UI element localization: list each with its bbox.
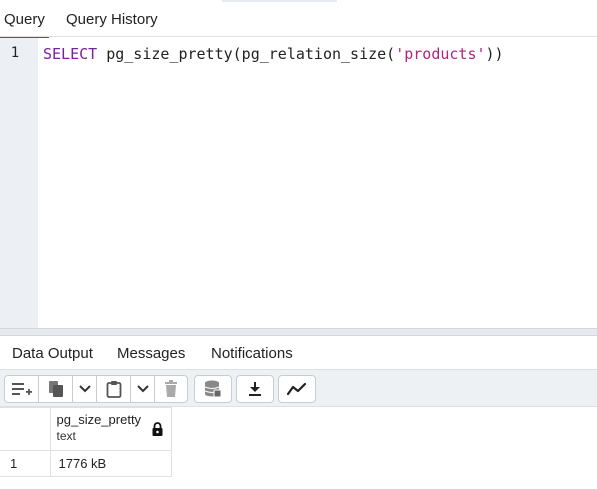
paste-options-dropdown[interactable]	[131, 376, 155, 402]
copy-options-dropdown[interactable]	[73, 376, 97, 402]
download-button-group	[236, 375, 274, 403]
sql-code-line[interactable]: SELECT pg_size_pretty(pg_relation_size('…	[43, 45, 504, 63]
sql-keyword: SELECT	[43, 45, 98, 63]
add-row-icon	[11, 383, 32, 395]
paste-button[interactable]	[97, 376, 131, 402]
select-all-corner[interactable]	[0, 407, 51, 451]
line-gutter: 1	[0, 38, 38, 328]
lock-icon	[152, 422, 162, 436]
download-icon	[249, 382, 261, 396]
table-row[interactable]: 1 1776 kB	[0, 450, 172, 477]
graph-icon	[287, 382, 307, 396]
result-toolbar	[0, 370, 597, 407]
copy-icon	[48, 381, 63, 397]
panel-splitter[interactable]	[0, 328, 597, 336]
delete-icon	[165, 380, 177, 397]
sql-string: 'products'	[395, 45, 486, 63]
tab-data-output[interactable]: Data Output	[4, 345, 101, 372]
result-grid: pg_size_pretty text 1 1776 kB	[0, 407, 597, 489]
query-tab-bar: Query Query History	[0, 4, 597, 39]
chevron-down-icon	[136, 385, 149, 393]
line-number: 1	[10, 45, 20, 61]
chevron-down-icon	[78, 385, 91, 393]
result-tab-bar: Data Output Messages Notifications	[0, 336, 597, 372]
graph-visualiser-button[interactable]	[279, 376, 315, 402]
sql-text-end: ))	[485, 45, 504, 63]
column-name: pg_size_pretty	[56, 412, 142, 427]
column-header[interactable]: pg_size_pretty text	[49, 407, 172, 451]
copy-button[interactable]	[39, 376, 73, 402]
tab-messages[interactable]: Messages	[117, 345, 185, 362]
paste-icon	[106, 381, 121, 398]
tab-notifications[interactable]: Notifications	[211, 345, 293, 362]
sql-editor[interactable]: 1 SELECT pg_size_pretty(pg_relation_size…	[0, 38, 597, 328]
top-highlight	[222, 0, 337, 2]
header-row: pg_size_pretty text	[0, 407, 172, 451]
table-cell[interactable]: 1776 kB	[49, 450, 172, 477]
tab-query-history[interactable]: Query History	[66, 11, 158, 28]
save-data-button[interactable]	[195, 376, 231, 402]
save-data-icon	[204, 380, 222, 398]
column-type: text	[56, 429, 76, 443]
save-button-group	[194, 375, 232, 403]
delete-button[interactable]	[155, 376, 187, 402]
download-button[interactable]	[237, 376, 273, 402]
sql-text: pg_size_pretty(pg_relation_size(	[97, 45, 396, 63]
tab-query[interactable]: Query	[0, 11, 49, 39]
edit-button-group	[4, 375, 188, 403]
add-row-button[interactable]	[5, 376, 39, 402]
graph-button-group	[278, 375, 316, 403]
row-number[interactable]: 1	[0, 450, 51, 477]
